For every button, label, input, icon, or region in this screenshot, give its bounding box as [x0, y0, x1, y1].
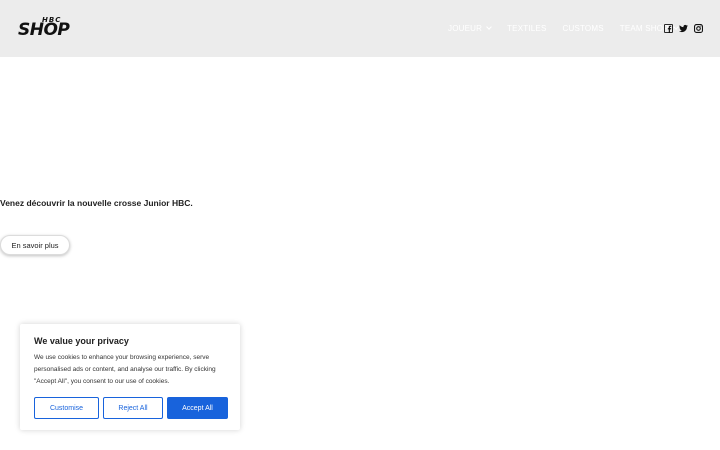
site-logo[interactable]: HBC SHOP — [18, 16, 90, 40]
nav-item-textiles[interactable]: TEXTILES — [499, 0, 554, 57]
chevron-down-icon — [486, 24, 492, 30]
twitter-icon[interactable] — [679, 24, 688, 33]
cookie-title: We value your privacy — [34, 336, 129, 346]
site-header: HBC SHOP JOUEUR TEXTILES CUSTOMS TEAM SH… — [0, 0, 720, 57]
logo-big-text: SHOP — [18, 20, 70, 40]
reject-all-button[interactable]: Reject All — [103, 397, 163, 419]
nav-item-joueur[interactable]: JOUEUR — [440, 0, 499, 57]
cookie-description: We use cookies to enhance your browsing … — [34, 354, 216, 386]
instagram-icon[interactable] — [694, 24, 703, 33]
cookie-consent-banner: We value your privacy We use cookies to … — [20, 324, 240, 430]
nav-item-label: CUSTOMS — [562, 24, 604, 33]
facebook-icon[interactable] — [664, 24, 673, 33]
social-links — [664, 24, 703, 33]
nav-item-customs[interactable]: CUSTOMS — [554, 0, 611, 57]
nav-item-label: TEAM SHOP — [619, 24, 669, 33]
accept-all-button[interactable]: Accept All — [167, 397, 228, 419]
cookie-buttons: Customise Reject All Accept All — [34, 397, 228, 419]
nav-item-label: JOUEUR — [448, 24, 483, 33]
hero-text: Venez découvrir la nouvelle crosse Junio… — [0, 198, 193, 208]
customise-button[interactable]: Customise — [34, 397, 99, 419]
nav-item-label: TEXTILES — [507, 24, 547, 33]
learn-more-button[interactable]: En savoir plus — [0, 235, 70, 255]
main-nav: JOUEUR TEXTILES CUSTOMS TEAM SHOP — [440, 0, 686, 57]
